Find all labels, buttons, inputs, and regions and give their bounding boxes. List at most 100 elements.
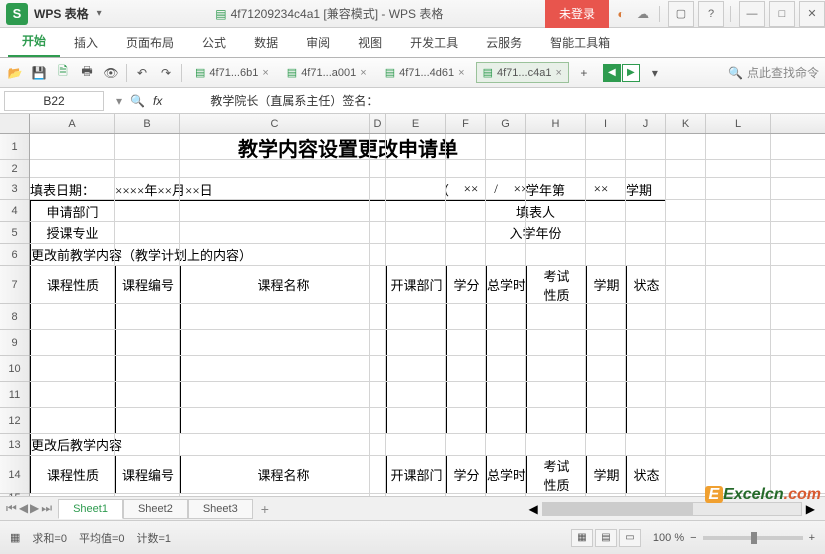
row-header-7[interactable]: 7 <box>0 266 29 304</box>
row-header-4[interactable]: 4 <box>0 200 29 222</box>
add-doc-icon[interactable]: + <box>575 64 593 82</box>
maximize-button[interactable]: □ <box>769 1 795 27</box>
open-icon[interactable]: 📂 <box>6 64 24 82</box>
doc-tab-3[interactable]: ▤4f71...c4a1× <box>476 62 569 83</box>
row-header-8[interactable]: 8 <box>0 304 29 330</box>
row-header-10[interactable]: 10 <box>0 356 29 382</box>
namebox-dropdown-icon[interactable]: ▾ <box>116 94 122 108</box>
scrollbar-thumb[interactable] <box>543 503 693 515</box>
ribbon-tab-5[interactable]: 审阅 <box>292 28 344 57</box>
ribbon-tab-0[interactable]: 开始 <box>8 26 60 57</box>
cloud-icon[interactable]: ☁ <box>633 7 653 21</box>
sheet-tab-bar: ⏮ ◀ ▶ ⏭ Sheet1Sheet2Sheet3 + ◀ ▶ <box>0 496 825 520</box>
col-header-I[interactable]: I <box>586 114 626 133</box>
book-icon[interactable]: ▦ <box>10 531 20 544</box>
quick-toolbar: 📂 💾 🗎 🖶 👁 ↶ ↷ ▤4f71...6b1×▤4f71...a001×▤… <box>0 58 825 88</box>
row-header-3[interactable]: 3 <box>0 178 29 200</box>
export-icon[interactable]: 🗎 <box>54 64 72 82</box>
sheet-tab-1[interactable]: Sheet2 <box>123 499 188 519</box>
sheet-first-icon[interactable]: ⏮ <box>6 501 17 516</box>
sync-icon[interactable]: ◐ <box>611 7 631 21</box>
sheet-tab-2[interactable]: Sheet3 <box>188 499 253 519</box>
add-sheet-icon[interactable]: + <box>253 501 277 517</box>
view-read-button[interactable]: ▭ <box>619 529 641 547</box>
close-tab-icon[interactable]: × <box>262 67 268 79</box>
app-dropdown-icon[interactable]: ▾ <box>97 8 102 19</box>
col-header-L[interactable]: L <box>706 114 771 133</box>
doc-tab-1[interactable]: ▤4f71...a001× <box>280 62 374 83</box>
sheet-tab-0[interactable]: Sheet1 <box>58 499 123 519</box>
app-logo[interactable]: S <box>6 3 28 25</box>
zoom-level[interactable]: 100 % <box>653 532 684 544</box>
sheet-prev-icon[interactable]: ◀ <box>19 501 28 516</box>
skin-button[interactable]: ▢ <box>668 1 694 27</box>
zoom-handle[interactable] <box>751 532 757 544</box>
login-button[interactable]: 未登录 <box>545 0 609 28</box>
find-icon[interactable]: 🔍 <box>130 94 145 108</box>
nav-list-icon[interactable]: ▾ <box>646 64 664 82</box>
sheet-last-icon[interactable]: ⏭ <box>41 501 52 516</box>
status-count: 计数=1 <box>137 530 172 546</box>
view-page-button[interactable]: ▤ <box>595 529 617 547</box>
fx-icon[interactable]: fx <box>153 94 162 108</box>
separator <box>181 64 182 82</box>
ribbon-tab-9[interactable]: 智能工具箱 <box>536 28 624 57</box>
col-header-A[interactable]: A <box>30 114 115 133</box>
zoom-out-icon[interactable]: − <box>690 532 696 544</box>
doc-tab-0[interactable]: ▤4f71...6b1× <box>188 62 276 83</box>
close-button[interactable]: ✕ <box>799 1 825 27</box>
zoom-in-icon[interactable]: + <box>809 532 815 544</box>
row-header-13[interactable]: 13 <box>0 434 29 456</box>
ribbon-tab-6[interactable]: 视图 <box>344 28 396 57</box>
help-button[interactable]: ? <box>698 1 724 27</box>
row-header-1[interactable]: 1 <box>0 134 29 160</box>
col-header-J[interactable]: J <box>626 114 666 133</box>
name-box[interactable]: B22 <box>4 91 104 111</box>
ribbon-tab-4[interactable]: 数据 <box>240 28 292 57</box>
col-header-F[interactable]: F <box>446 114 486 133</box>
col-header-B[interactable]: B <box>115 114 180 133</box>
doc-tab-2[interactable]: ▤4f71...4d61× <box>378 62 472 83</box>
row-header-12[interactable]: 12 <box>0 408 29 434</box>
close-tab-icon[interactable]: × <box>555 67 561 79</box>
row-headers: 123456789101112131415 <box>0 134 30 534</box>
col-header-H[interactable]: H <box>526 114 586 133</box>
select-all-corner[interactable] <box>0 114 30 133</box>
row-header-2[interactable]: 2 <box>0 160 29 178</box>
col-header-E[interactable]: E <box>386 114 446 133</box>
print-icon[interactable]: 🖶 <box>78 64 96 82</box>
col-header-G[interactable]: G <box>486 114 526 133</box>
sheet-next-icon[interactable]: ▶ <box>30 501 39 516</box>
ribbon-tab-1[interactable]: 插入 <box>60 28 112 57</box>
undo-icon[interactable]: ↶ <box>133 64 151 82</box>
save-icon[interactable]: 💾 <box>30 64 48 82</box>
cell-grid[interactable]: 教学内容设置更改申请单填表日期：××××年××月××日（××/××学年第××学期… <box>30 134 825 534</box>
close-tab-icon[interactable]: × <box>360 67 366 79</box>
col-header-C[interactable]: C <box>180 114 370 133</box>
nav-prev-icon[interactable]: ◀ <box>603 64 621 82</box>
formula-text[interactable]: 教学院长（直属系主任）签名： <box>170 92 378 109</box>
scroll-left-icon[interactable]: ◀ <box>529 502 538 516</box>
col-header-K[interactable]: K <box>666 114 706 133</box>
command-search[interactable]: 🔍 点此查找命令 <box>728 64 819 81</box>
view-normal-button[interactable]: ▦ <box>571 529 593 547</box>
watermark-com: .com <box>784 486 821 503</box>
redo-icon[interactable]: ↷ <box>157 64 175 82</box>
formula-bar: B22 ▾ 🔍 fx 教学院长（直属系主任）签名： <box>0 88 825 114</box>
zoom-slider[interactable] <box>703 536 803 540</box>
minimize-button[interactable]: — <box>739 1 765 27</box>
row-header-14[interactable]: 14 <box>0 456 29 494</box>
nav-next-icon[interactable]: ▶ <box>622 64 640 82</box>
close-tab-icon[interactable]: × <box>458 67 464 79</box>
app-name: WPS 表格 <box>34 5 89 22</box>
ribbon-tab-3[interactable]: 公式 <box>188 28 240 57</box>
preview-icon[interactable]: 👁 <box>102 64 120 82</box>
col-header-D[interactable]: D <box>370 114 386 133</box>
ribbon-tab-7[interactable]: 开发工具 <box>396 28 472 57</box>
ribbon-tab-2[interactable]: 页面布局 <box>112 28 188 57</box>
row-header-11[interactable]: 11 <box>0 382 29 408</box>
row-header-5[interactable]: 5 <box>0 222 29 244</box>
row-header-6[interactable]: 6 <box>0 244 29 266</box>
row-header-9[interactable]: 9 <box>0 330 29 356</box>
ribbon-tab-8[interactable]: 云服务 <box>472 28 536 57</box>
